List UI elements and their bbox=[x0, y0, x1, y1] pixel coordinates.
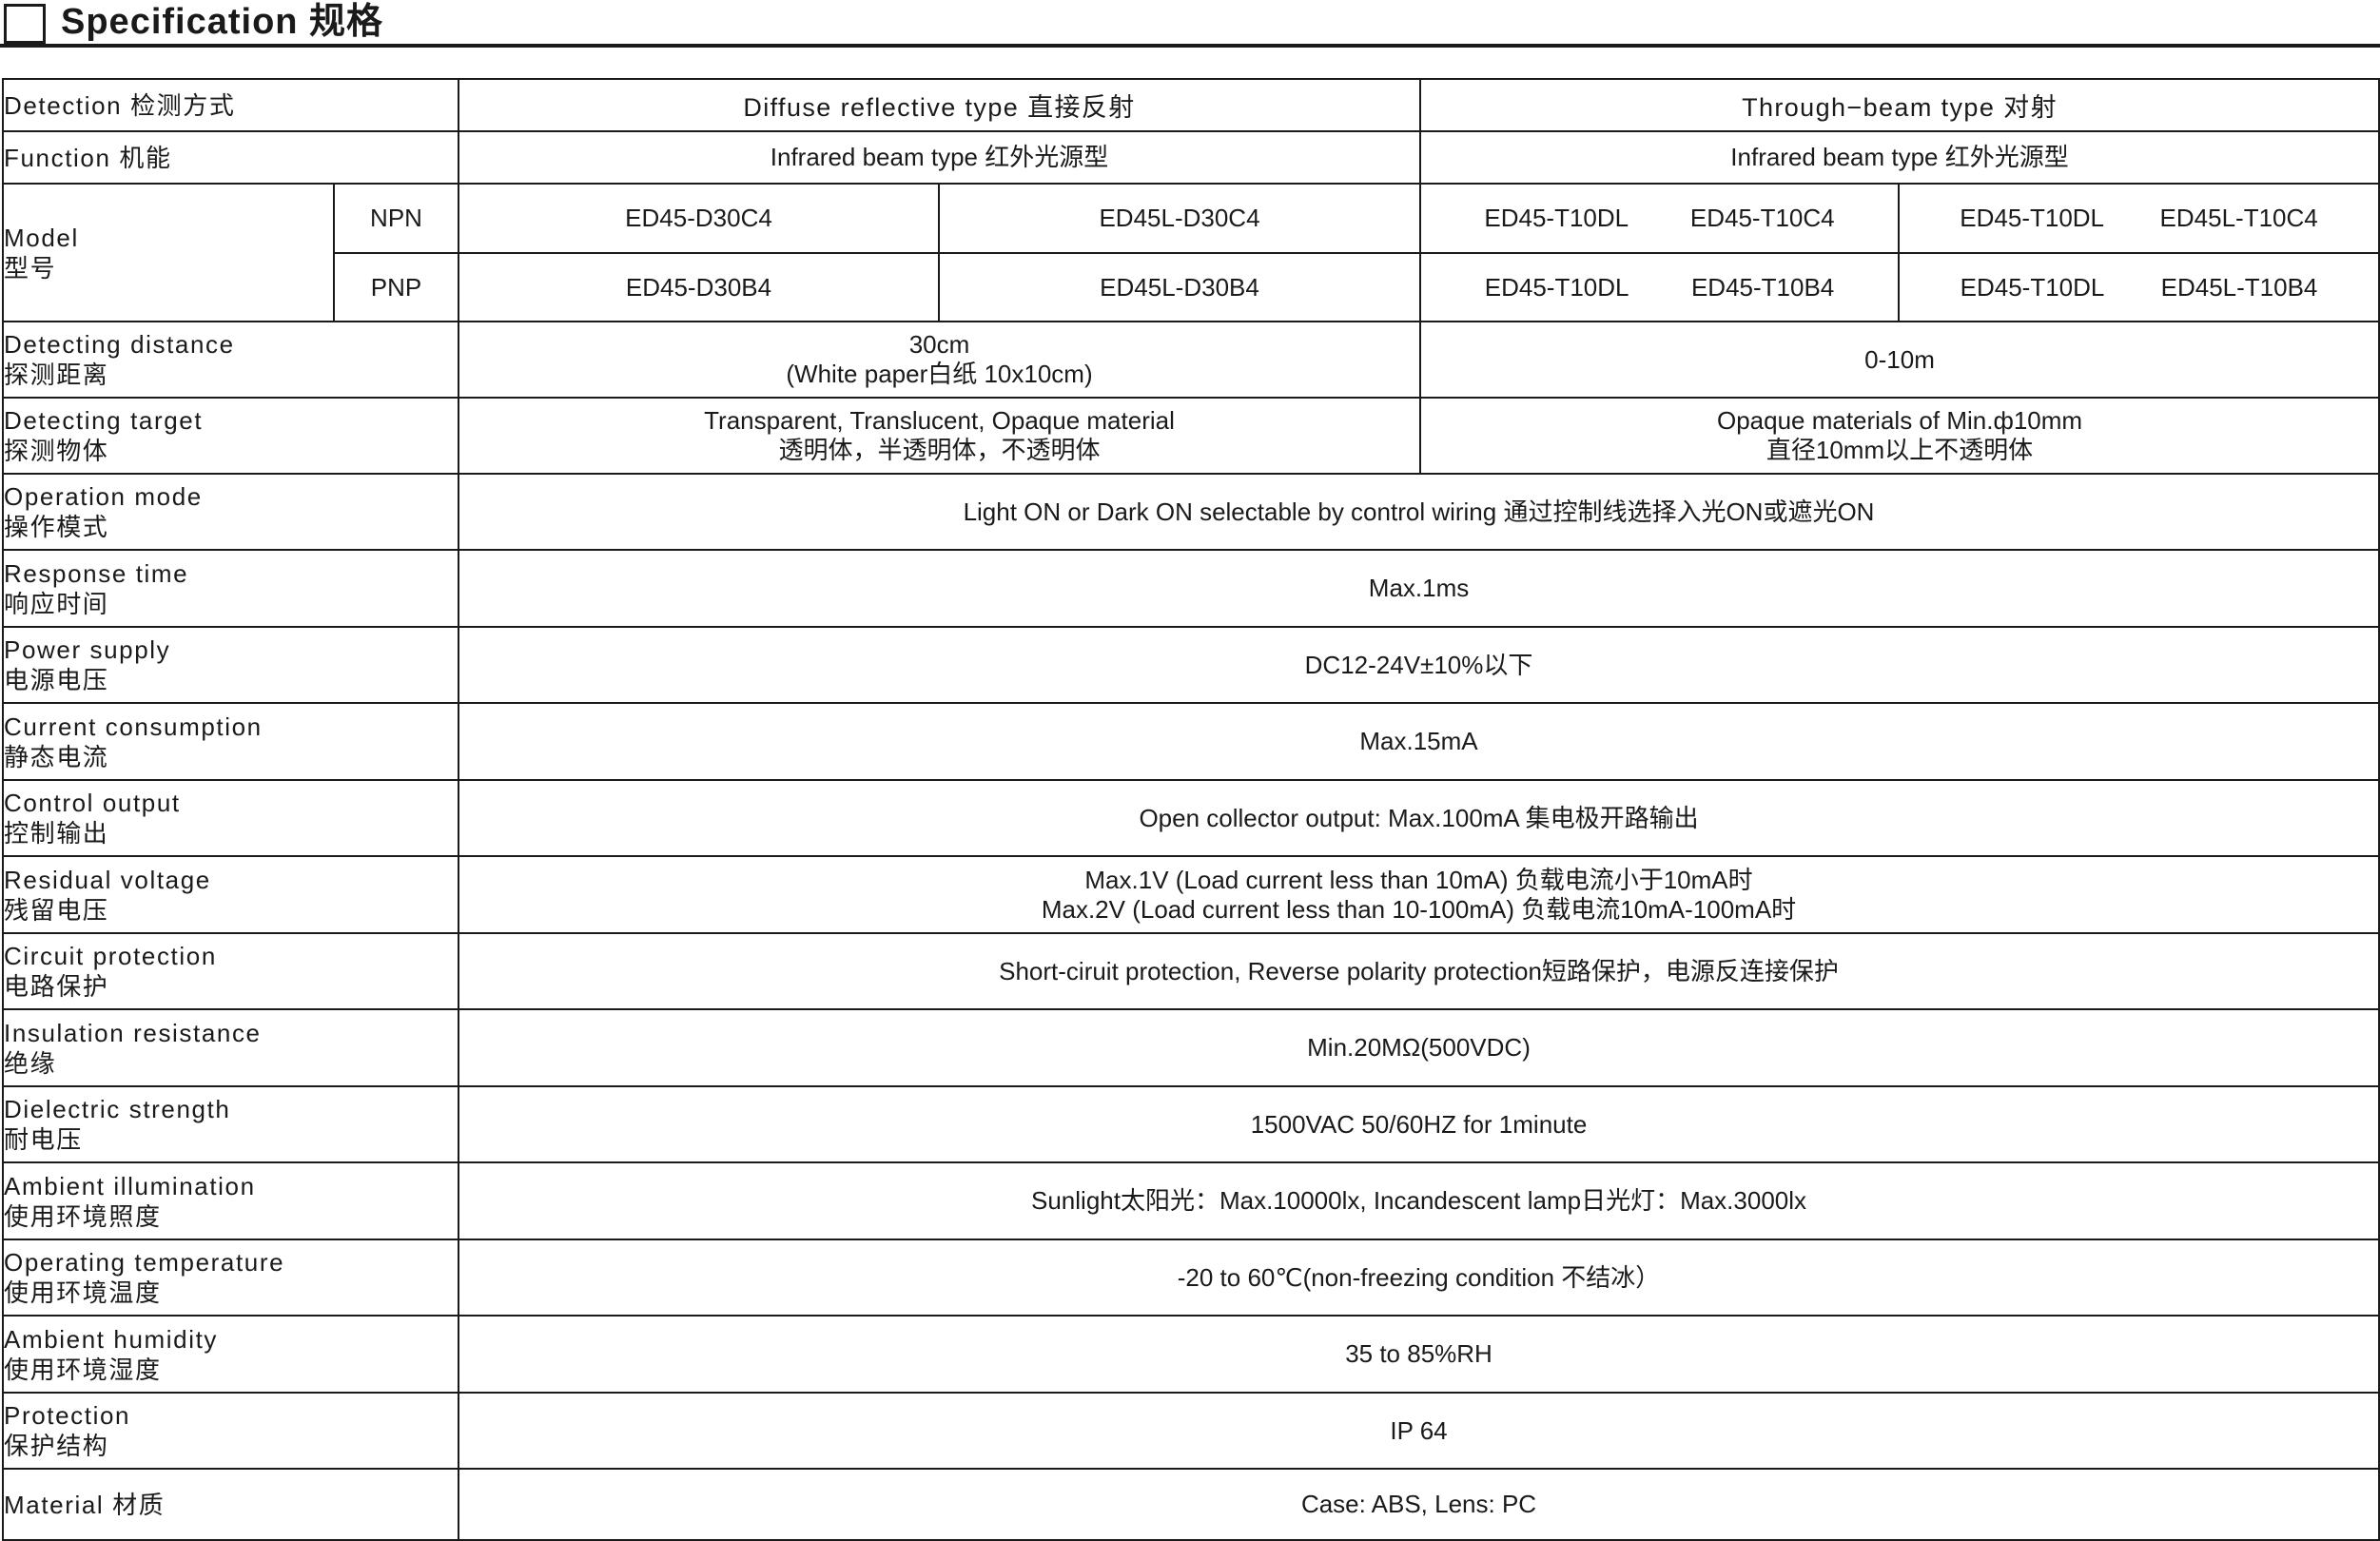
label-illumination: Ambient illumination 使用环境照度 bbox=[2, 1161, 459, 1240]
row-dielectric: Dielectric strength 耐电压 1500VAC 50/60HZ f… bbox=[2, 1085, 2380, 1163]
value-temperature: -20 to 60℃(non-freezing condition 不结冰） bbox=[457, 1239, 2380, 1317]
row-insulation: Insulation resistance 绝缘 Min.20MΩ(500VDC) bbox=[2, 1008, 2380, 1087]
label-operation: Operation mode 操作模式 bbox=[2, 473, 459, 551]
value-current: Max.15mA bbox=[457, 702, 2380, 781]
row-control: Control output 控制输出 Open collector output… bbox=[2, 779, 2380, 857]
row-illumination: Ambient illumination 使用环境照度 Sunlight太阳光：M… bbox=[2, 1161, 2380, 1240]
label-humidity: Ambient humidity 使用环境湿度 bbox=[2, 1315, 459, 1394]
model-pnp-through-1: ED45-T10DL ED45-T10B4 bbox=[1419, 252, 1901, 322]
model-code: ED45-T10B4 bbox=[1690, 272, 1835, 302]
label-protection: Protection 保护结构 bbox=[2, 1392, 459, 1470]
row-residual: Residual voltage 残留电压 Max.1V (Load curren… bbox=[2, 855, 2380, 934]
checkbox-square-icon bbox=[4, 4, 46, 44]
value-response: Max.1ms bbox=[457, 549, 2380, 628]
value-dielectric: 1500VAC 50/60HZ for 1minute bbox=[457, 1085, 2380, 1163]
value-power: DC12-24V±10%以下 bbox=[457, 626, 2380, 704]
model-code: ED45-T10DL bbox=[1484, 204, 1629, 232]
model-code: ED45-T10C4 bbox=[1689, 204, 1835, 232]
model-npn-diffuse-2: ED45L-D30C4 bbox=[937, 183, 1422, 254]
model-code: ED45-T10DL bbox=[1960, 272, 2105, 302]
label-current: Current consumption 静态电流 bbox=[2, 702, 459, 781]
target-through: Opaque materials of Min.ф10mm 直径10mm以上不透明… bbox=[1419, 397, 2380, 475]
label-material: Material 材质 bbox=[2, 1468, 459, 1541]
model-pnp-diffuse-1: ED45-D30B4 bbox=[458, 252, 940, 322]
value-residual: Max.1V (Load current less than 10mA) 负载电… bbox=[457, 855, 2380, 934]
detection-through: Through−beam type 对射 bbox=[1419, 78, 2380, 132]
header-rule bbox=[0, 44, 2380, 48]
section-header: Specification 规格 bbox=[0, 0, 2380, 48]
value-control: Open collector output: Max.100mA 集电极开路输出 bbox=[457, 779, 2380, 857]
value-operation: Light ON or Dark ON selectable by contro… bbox=[457, 473, 2380, 551]
label-residual: Residual voltage 残留电压 bbox=[2, 855, 459, 934]
detection-diffuse: Diffuse reflective type 直接反射 bbox=[457, 78, 1422, 132]
value-insulation: Min.20MΩ(500VDC) bbox=[457, 1008, 2380, 1087]
row-distance: Detecting distance 探测距离 30cm (White paper白… bbox=[2, 321, 2380, 399]
label-circuit: Circuit protection 电路保护 bbox=[2, 932, 459, 1010]
label-target: Detecting target 探测物体 bbox=[2, 397, 459, 475]
label-function: Function 机能 bbox=[2, 130, 459, 185]
value-material: Case: ABS, Lens: PC bbox=[457, 1468, 2380, 1541]
row-circuit: Circuit protection 电路保护 Short-ciruit prot… bbox=[2, 932, 2380, 1010]
distance-diffuse: 30cm (White paper白纸 10x10cm) bbox=[457, 321, 1422, 399]
spec-table: Detection 检测方式 Diffuse reflective type 直… bbox=[2, 78, 2380, 1541]
row-current: Current consumption 静态电流 Max.15mA bbox=[2, 702, 2380, 781]
value-circuit: Short-ciruit protection, Reverse polarit… bbox=[457, 932, 2380, 1010]
row-detection: Detection 检测方式 Diffuse reflective type 直… bbox=[2, 78, 2380, 132]
label-temperature: Operating temperature 使用环境温度 bbox=[2, 1239, 459, 1317]
label-distance: Detecting distance 探测距离 bbox=[2, 321, 459, 399]
row-material: Material 材质 Case: ABS, Lens: PC bbox=[2, 1468, 2380, 1541]
label-power: Power supply 电源电压 bbox=[2, 626, 459, 704]
function-diffuse: Infrared beam type 红外光源型 bbox=[457, 130, 1422, 185]
row-protection: Protection 保护结构 IP 64 bbox=[2, 1392, 2380, 1470]
label-detection: Detection 检测方式 bbox=[2, 78, 459, 132]
model-pnp-through-2: ED45-T10DL ED45L-T10B4 bbox=[1898, 252, 2380, 322]
model-npn-through-2: ED45-T10DL ED45L-T10C4 bbox=[1898, 183, 2380, 254]
model-code: ED45L-T10C4 bbox=[2159, 204, 2318, 232]
row-target: Detecting target 探测物体 Transparent, Transl… bbox=[2, 397, 2380, 475]
function-through: Infrared beam type 红外光源型 bbox=[1419, 130, 2380, 185]
value-protection: IP 64 bbox=[457, 1392, 2380, 1470]
distance-through: 0-10m bbox=[1419, 321, 2380, 399]
section-title: Specification 规格 bbox=[61, 2, 384, 42]
model-code: ED45-T10DL bbox=[1960, 204, 2105, 232]
label-model: Model 型号 bbox=[2, 183, 335, 322]
row-operation: Operation mode 操作模式 Light ON or Dark ON s… bbox=[2, 473, 2380, 551]
label-control: Control output 控制输出 bbox=[2, 779, 459, 857]
model-npn-diffuse-1: ED45-D30C4 bbox=[458, 183, 940, 254]
model-npn-through-1: ED45-T10DL ED45-T10C4 bbox=[1419, 183, 1901, 254]
value-illumination: Sunlight太阳光：Max.10000lx, Incandescent la… bbox=[457, 1161, 2380, 1240]
model-pnp-diffuse-2: ED45L-D30B4 bbox=[937, 252, 1422, 322]
label-dielectric: Dielectric strength 耐电压 bbox=[2, 1085, 459, 1163]
model-pnp-label: PNP bbox=[333, 252, 459, 322]
row-function: Function 机能 Infrared beam type 红外光源型 Inf… bbox=[2, 130, 2380, 185]
value-humidity: 35 to 85%RH bbox=[457, 1315, 2380, 1394]
label-insulation: Insulation resistance 绝缘 bbox=[2, 1008, 459, 1087]
label-response: Response time 响应时间 bbox=[2, 549, 459, 628]
row-model-pnp: PNP ED45-D30B4 ED45L-D30B4 ED45-T10DL ED4… bbox=[3, 252, 2380, 322]
model-npn-label: NPN bbox=[333, 183, 459, 254]
row-response: Response time 响应时间 Max.1ms bbox=[2, 549, 2380, 628]
model-code: ED45L-T10B4 bbox=[2160, 272, 2318, 302]
row-temperature: Operating temperature 使用环境温度 -20 to 60℃(n… bbox=[2, 1239, 2380, 1317]
model-code: ED45-T10DL bbox=[1484, 272, 1629, 302]
target-diffuse: Transparent, Translucent, Opaque materia… bbox=[457, 397, 1422, 475]
row-power: Power supply 电源电压 DC12-24V±10%以下 bbox=[2, 626, 2380, 704]
row-model-npn: Model 型号 NPN ED45-D30C4 ED45L-D30C4 ED45… bbox=[2, 183, 2380, 322]
row-humidity: Ambient humidity 使用环境湿度 35 to 85%RH bbox=[2, 1315, 2380, 1394]
